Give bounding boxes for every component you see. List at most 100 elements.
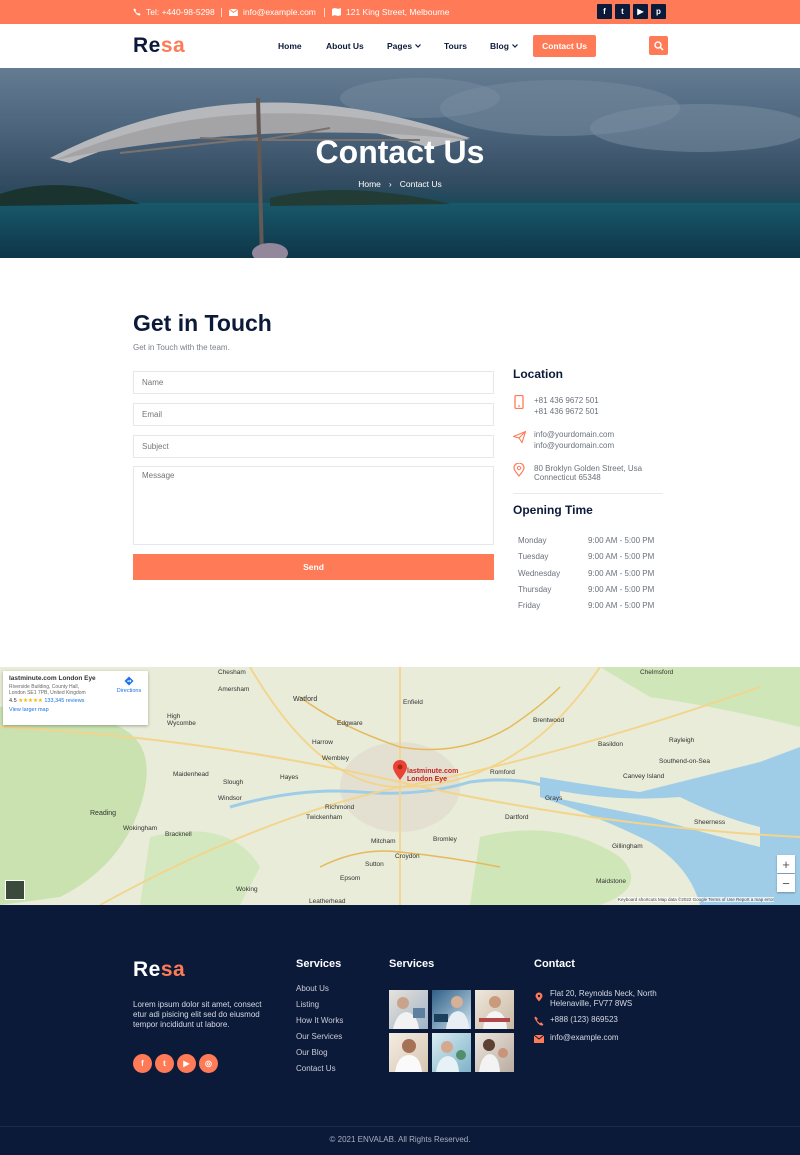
paper-plane-icon [513, 430, 526, 444]
gallery-photo [395, 1039, 422, 1072]
footer-link[interactable]: Our Blog [296, 1048, 328, 1057]
map-town: Richmond [325, 804, 355, 811]
footer-youtube-icon[interactable]: ▶ [177, 1054, 196, 1073]
gallery-thumbnail[interactable] [475, 990, 514, 1029]
map-town: Woking [236, 886, 258, 893]
copyright-text: © 2021 ENVALAB. All Rights Reserved. [329, 1135, 471, 1144]
name-input[interactable] [133, 371, 494, 394]
gallery-thumbnail[interactable] [389, 1033, 428, 1072]
nav-tours[interactable]: Tours [444, 24, 467, 68]
map-town: Gillingham [612, 843, 643, 850]
map-town: Mitcham [371, 838, 396, 845]
map-town: Chelmsford [640, 669, 674, 676]
footer-logo-part2: sa [160, 958, 186, 981]
subject-input[interactable] [133, 435, 494, 458]
footer-link[interactable]: Our Services [296, 1032, 342, 1041]
topbar-email-text: info@example.com [243, 7, 316, 17]
footer-link[interactable]: Contact Us [296, 1064, 336, 1073]
email-input[interactable] [133, 403, 494, 426]
day-hours: 9:00 AM - 5:00 PM [588, 585, 655, 594]
footer-email[interactable]: info@example.com [550, 1033, 619, 1043]
main-nav: Resa Home About Us Pages Tours Blog Cont… [0, 24, 800, 68]
logo[interactable]: Resa [133, 34, 185, 58]
footer-link[interactable]: About Us [296, 984, 329, 993]
map-town: High Wycombe [167, 713, 196, 727]
map-satellite-toggle[interactable] [5, 880, 25, 900]
map-town: Windsor [218, 795, 242, 802]
map-pin-label: lastminute.com London Eye [407, 768, 458, 784]
gallery-photo [434, 996, 469, 1029]
footer-twitter-icon[interactable]: t [155, 1054, 174, 1073]
contact-us-button[interactable]: Contact Us [533, 35, 596, 57]
view-larger-map-link[interactable]: View larger map [9, 707, 142, 713]
message-textarea[interactable] [133, 466, 494, 545]
envelope-icon [229, 8, 238, 16]
map-zoom-out-button[interactable]: − [777, 874, 795, 892]
youtube-icon[interactable]: ▶ [633, 4, 648, 19]
map-town: Croydon [395, 853, 420, 860]
nav-about[interactable]: About Us [326, 24, 364, 68]
sidebar-divider [513, 493, 663, 494]
map-town: Hayes [280, 774, 299, 781]
nav-pages[interactable]: Pages [387, 24, 421, 68]
directions-button[interactable]: Directions [113, 676, 145, 694]
map-town: Leatherhead [309, 898, 346, 905]
footer-logo[interactable]: Resa [133, 958, 185, 982]
footer-facebook-icon[interactable]: f [133, 1054, 152, 1073]
topbar-phone-text: Tel: +440-98-5298 [146, 7, 215, 17]
map-town: Watford [293, 696, 318, 703]
gallery-photo [393, 997, 425, 1029]
map-rating: 4.5 [9, 698, 17, 704]
search-button[interactable] [649, 36, 668, 55]
logo-part1: Re [133, 34, 161, 57]
topbar-address: 121 King Street, Melbourne [332, 0, 449, 24]
map-town: Maidenhead [173, 771, 209, 778]
page-title: Contact Us [315, 134, 485, 170]
map-icon [332, 8, 341, 16]
nav-home[interactable]: Home [278, 24, 302, 68]
facebook-icon[interactable]: f [597, 4, 612, 19]
location-pin-icon [513, 463, 525, 477]
get-in-touch-subtitle: Get in Touch with the team. [133, 343, 230, 352]
topbar-email[interactable]: info@example.com [229, 0, 316, 24]
topbar-separator [221, 8, 222, 17]
location-email2[interactable]: info@yourdomain.com [534, 440, 614, 451]
footer-logo-part1: Re [133, 958, 161, 981]
location-pin-icon [535, 992, 543, 1002]
google-map[interactable]: lastminute.com London Eye Riverside Buil… [0, 667, 800, 905]
twitter-icon[interactable]: t [615, 4, 630, 19]
send-button[interactable]: Send [133, 554, 494, 580]
footer-phone[interactable]: +888 (123) 869523 [550, 1015, 618, 1025]
gallery-thumbnail[interactable] [432, 990, 471, 1029]
map-town: Sutton [365, 861, 384, 868]
directions-label: Directions [116, 688, 142, 694]
topbar-phone[interactable]: Tel: +440-98-5298 [133, 0, 215, 24]
breadcrumb-home[interactable]: Home [358, 179, 381, 189]
location-phone1: +81 436 9672 501 [534, 396, 599, 405]
map-town: Dartford [505, 814, 529, 821]
footer-instagram-icon[interactable]: ◎ [199, 1054, 218, 1073]
map-zoom-in-button[interactable]: + [777, 855, 795, 873]
map-rating-stars: ★★★★★ [18, 698, 43, 704]
map-town: Maidstone [596, 878, 626, 885]
footer-services-title: Services [296, 958, 342, 970]
nav-blog-label: Blog [490, 41, 509, 51]
nav-blog[interactable]: Blog [490, 24, 518, 68]
gallery-thumbnail[interactable] [475, 1033, 514, 1072]
map-town: Amersham [218, 686, 250, 693]
footer-link[interactable]: How It Works [296, 1016, 343, 1025]
footer-link[interactable]: Listing [296, 1000, 319, 1009]
map-reviews-link[interactable]: 133,345 reviews [44, 698, 84, 704]
pinterest-icon[interactable]: p [651, 4, 666, 19]
footer-address: Flat 20, Reynolds Neck, North Helenavill… [550, 989, 657, 1008]
gallery-thumbnail[interactable] [432, 1033, 471, 1072]
map-town: Bracknell [165, 831, 192, 838]
map-town: Reading [90, 810, 117, 817]
footer: Resa Lorem ipsum dolor sit amet, consect… [0, 905, 800, 1155]
location-title: Location [513, 367, 563, 381]
map-town: Romford [490, 769, 515, 776]
location-email1[interactable]: info@yourdomain.com [534, 429, 614, 440]
map-town: Wokingham [123, 825, 158, 832]
gallery-thumbnail[interactable] [389, 990, 428, 1029]
map-town: Sheerness [694, 819, 726, 826]
